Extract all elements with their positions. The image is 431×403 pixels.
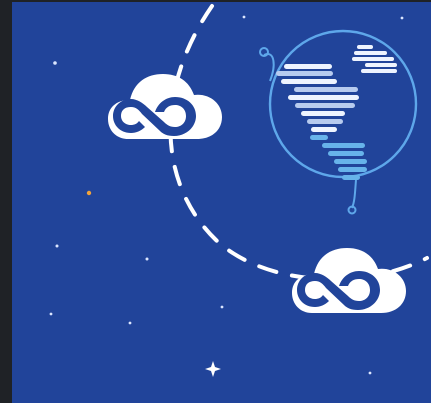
star-icon xyxy=(205,361,221,377)
cloud-link-node xyxy=(172,115,182,125)
globe-connector-line xyxy=(351,179,357,209)
space-illustration-canvas xyxy=(12,2,431,403)
star-icon xyxy=(53,61,57,65)
space-cloud-network-illustration xyxy=(49,4,429,377)
star-icon xyxy=(55,244,59,248)
north-america-shape xyxy=(276,64,359,140)
globe-icon xyxy=(259,29,418,215)
star-icon xyxy=(128,321,132,325)
star-icon xyxy=(242,15,246,19)
globe-connector-line xyxy=(263,53,275,82)
star-icon xyxy=(86,190,92,196)
illustration-frame xyxy=(0,0,431,403)
star-field xyxy=(49,15,404,377)
cloud-link-node xyxy=(356,289,366,299)
star-icon xyxy=(220,305,224,309)
star-icon xyxy=(145,257,149,261)
lower-cloud-link-icon xyxy=(292,248,406,313)
star-icon xyxy=(400,16,404,20)
upper-cloud-link-icon xyxy=(108,74,222,139)
star-icon xyxy=(49,312,53,316)
star-icon xyxy=(368,371,372,375)
